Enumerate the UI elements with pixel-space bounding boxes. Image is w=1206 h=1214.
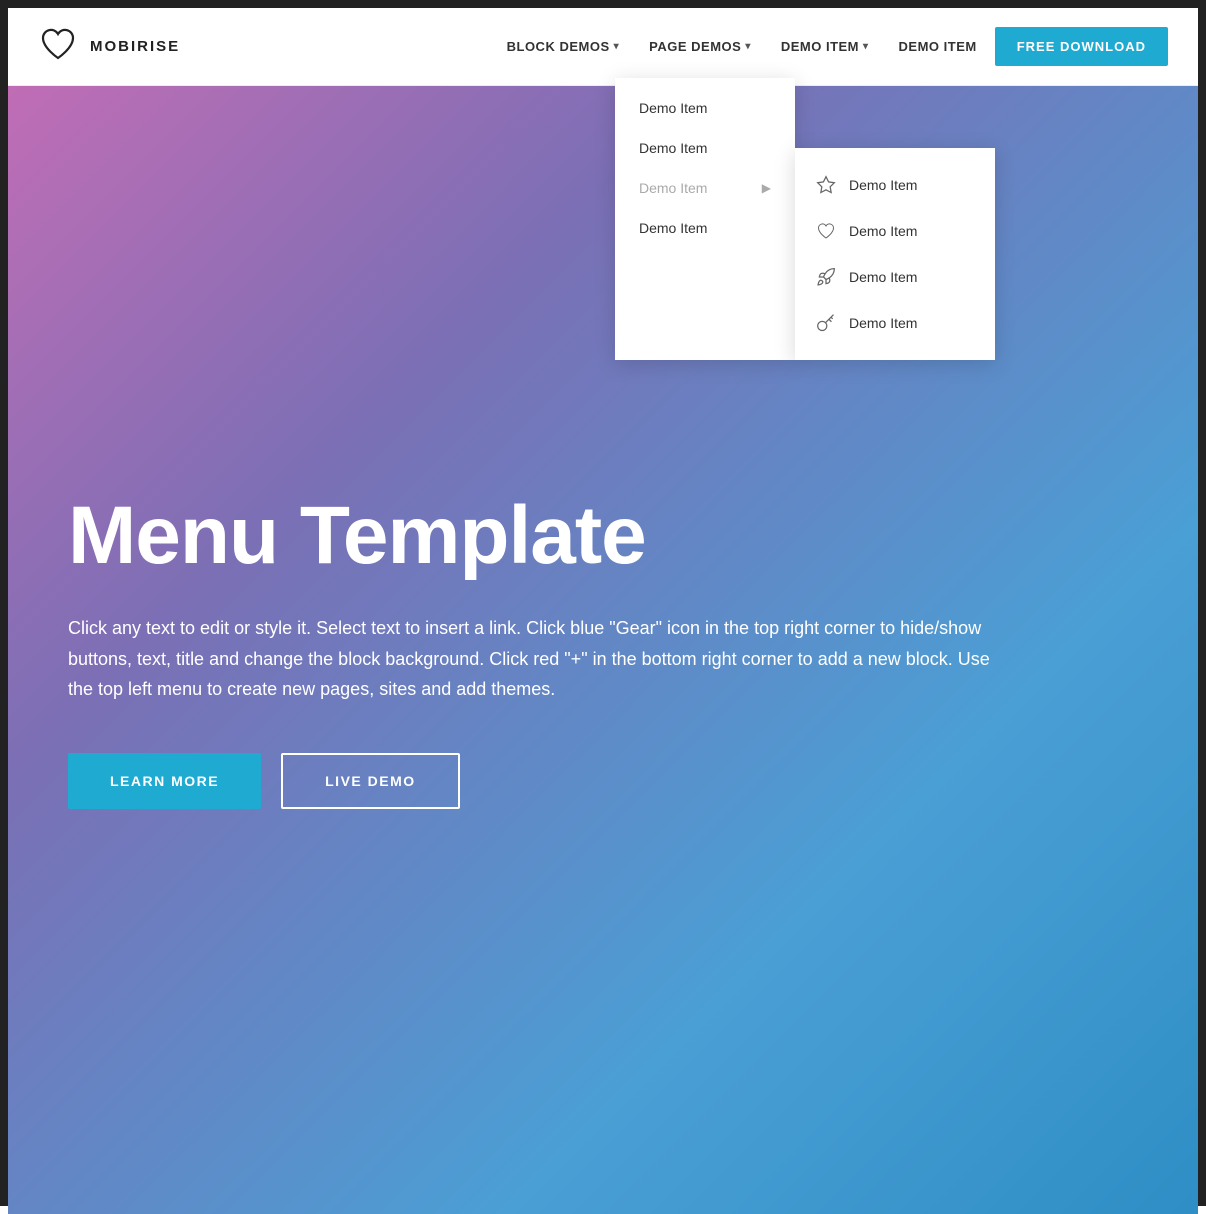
hero-title: Menu Template <box>68 491 1138 581</box>
brand-logo[interactable]: MOBIRISE <box>38 24 180 69</box>
demo-dropdown-inner: Demo Item Demo Item Demo Item ▶ Demo Ite… <box>615 78 995 360</box>
chevron-down-icon: ▾ <box>863 41 869 52</box>
sub-dropdown-item-2[interactable]: Demo Item <box>795 208 995 254</box>
chevron-down-icon: ▾ <box>745 41 751 52</box>
hero-description: Click any text to edit or style it. Sele… <box>68 613 1018 705</box>
hero-buttons: LEARN MORE LIVE DEMO <box>68 753 1138 809</box>
rocket-icon <box>815 266 837 288</box>
nav-item-page-demos: PAGE DEMOS ▾ <box>637 31 763 62</box>
sub-dropdown-item-1[interactable]: Demo Item <box>795 162 995 208</box>
nav-link-demo-item-2[interactable]: DEMO ITEM <box>887 31 989 62</box>
dropdown-item-3-submenu[interactable]: Demo Item ▶ <box>615 168 795 208</box>
nav-item-demo-item-1: DEMO ITEM ▾ <box>769 31 881 62</box>
nav-link-demo-item-1[interactable]: DEMO ITEM ▾ <box>769 31 881 62</box>
nav-link-block-demos[interactable]: BLOCK DEMOS ▾ <box>495 31 632 62</box>
key-icon <box>815 312 837 334</box>
heart-icon <box>38 24 78 69</box>
nav-item-demo-item-2: DEMO ITEM <box>887 31 989 62</box>
brand-name: MOBIRISE <box>90 38 180 55</box>
free-download-button[interactable]: FREE DOWNLOAD <box>995 27 1168 66</box>
navbar: MOBIRISE BLOCK DEMOS ▾ PAGE DEMOS ▾ DEMO… <box>8 8 1198 86</box>
learn-more-button[interactable]: LEARN MORE <box>68 753 261 809</box>
primary-dropdown: Demo Item Demo Item Demo Item ▶ Demo Ite… <box>615 78 795 360</box>
sub-dropdown-item-3[interactable]: Demo Item <box>795 254 995 300</box>
sub-dropdown-item-4[interactable]: Demo Item <box>795 300 995 346</box>
dropdown-item-2[interactable]: Demo Item <box>615 128 795 168</box>
dropdown-item-4[interactable]: Demo Item <box>615 208 795 248</box>
heart-icon <box>815 220 837 242</box>
chevron-down-icon: ▾ <box>614 41 620 52</box>
secondary-dropdown: Demo Item Demo Item <box>795 148 995 360</box>
nav-item-block-demos: BLOCK DEMOS ▾ <box>495 31 632 62</box>
nav-link-page-demos[interactable]: PAGE DEMOS ▾ <box>637 31 763 62</box>
nav-menu: BLOCK DEMOS ▾ PAGE DEMOS ▾ DEMO ITEM ▾ D… <box>495 27 1168 66</box>
hero-section: Menu Template Click any text to edit or … <box>8 86 1198 1214</box>
star-icon <box>815 174 837 196</box>
dropdown-item-1[interactable]: Demo Item <box>615 88 795 128</box>
chevron-right-icon: ▶ <box>762 181 771 195</box>
live-demo-button[interactable]: LIVE DEMO <box>281 753 460 809</box>
